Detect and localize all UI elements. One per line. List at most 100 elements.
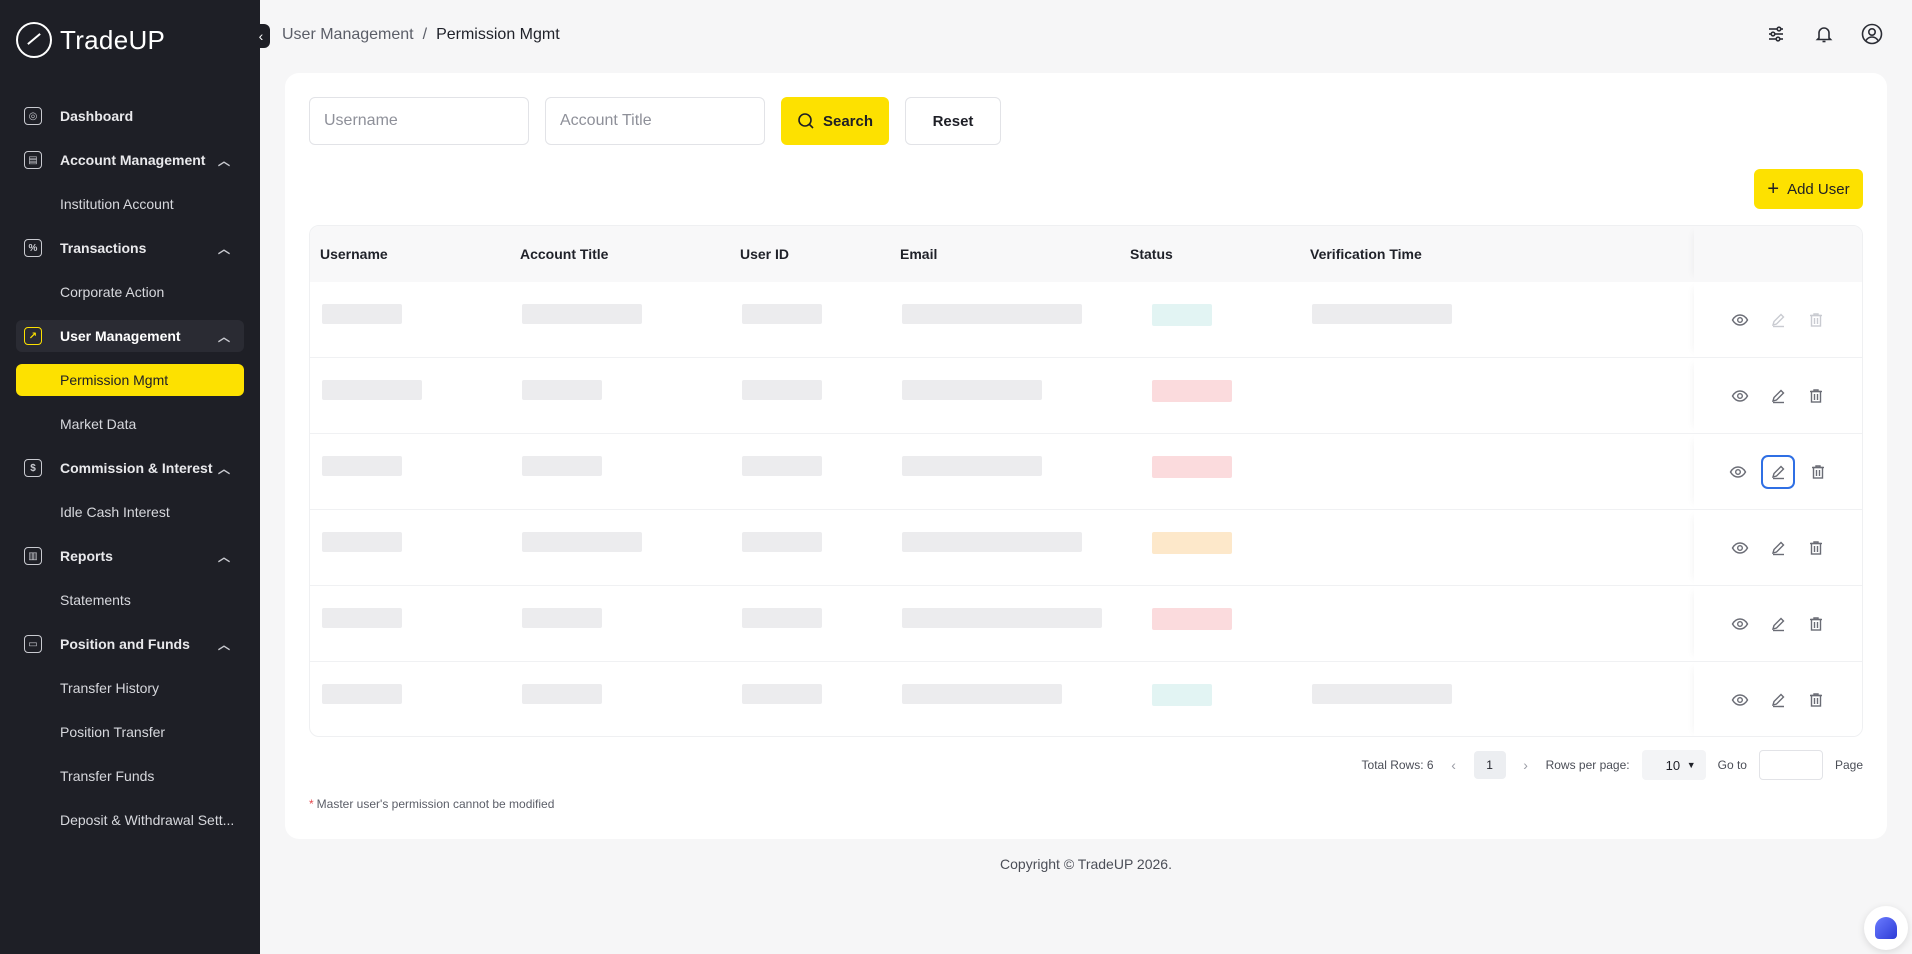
sidebar-subitem-deposit-withdrawal-settings[interactable]: Deposit & Withdrawal Sett...: [16, 804, 244, 836]
cell-account-title: [522, 684, 602, 704]
edit-icon[interactable]: [1766, 536, 1790, 560]
sidebar-item-commission-interest[interactable]: $ Commission & Interest ︿: [16, 452, 244, 484]
chevron-up-icon: ︿: [217, 154, 230, 168]
reports-icon: ▥: [24, 547, 42, 565]
column-header-user-id: User ID: [740, 246, 790, 262]
wallet-icon: ▭: [24, 635, 42, 653]
brand-name: TradeUP: [60, 24, 166, 55]
row-actions: [1694, 434, 1862, 509]
sidebar-item-label: User Management: [60, 328, 181, 344]
status-badge: [1152, 608, 1232, 630]
sidebar-item-user-management[interactable]: ↗ User Management ︿: [16, 320, 244, 352]
row-actions: [1694, 510, 1862, 585]
users-table: Username Account Title User ID Email Sta…: [309, 225, 1863, 737]
cell-user-id: [742, 608, 822, 628]
sidebar-menu: ◎ Dashboard ▤ Account Management ︿ Insti…: [16, 100, 244, 848]
sidebar-subitem-position-transfer[interactable]: Position Transfer: [16, 716, 244, 748]
user-profile-icon[interactable]: [1860, 22, 1884, 46]
sidebar-subitem-market-data[interactable]: Market Data: [16, 408, 244, 440]
total-rows: Total Rows: 6: [1361, 758, 1434, 772]
sidebar-subitem-transfer-funds[interactable]: Transfer Funds: [16, 760, 244, 792]
chevron-up-icon: ︿: [217, 638, 230, 652]
column-header-status: Status: [1130, 246, 1173, 262]
column-header-actions: [1694, 226, 1862, 282]
reset-button-label: Reset: [932, 112, 974, 130]
sidebar-subitem-transfer-history[interactable]: Transfer History: [16, 672, 244, 704]
cell-account-title: [522, 456, 602, 476]
edit-icon[interactable]: [1766, 384, 1790, 408]
next-page-icon[interactable]: ›: [1518, 757, 1534, 773]
help-assistant-button[interactable]: [1864, 906, 1908, 950]
delete-icon[interactable]: [1804, 688, 1828, 712]
view-icon[interactable]: [1726, 460, 1750, 484]
sidebar-item-label: Transactions: [60, 240, 147, 256]
sidebar-subitem-idle-cash-interest[interactable]: Idle Cash Interest: [16, 496, 244, 528]
breadcrumb-separator: /: [422, 26, 428, 43]
sidebar-subitem-statements[interactable]: Statements: [16, 584, 244, 616]
cell-user-id: [742, 532, 822, 552]
search-button[interactable]: Search: [781, 97, 889, 145]
cell-email: [902, 304, 1082, 324]
column-header-verification-time: Verification Time: [1310, 246, 1422, 262]
notification-bell-icon[interactable]: [1812, 22, 1836, 46]
sidebar-item-transactions[interactable]: % Transactions ︿: [16, 232, 244, 264]
cell-username: [322, 456, 402, 476]
sidebar-item-position-funds[interactable]: ▭ Position and Funds ︿: [16, 628, 244, 660]
sidebar-subitem-corporate-action[interactable]: Corporate Action: [16, 276, 244, 308]
delete-icon[interactable]: [1804, 308, 1828, 332]
edit-icon[interactable]: [1766, 612, 1790, 636]
search-icon: [798, 113, 814, 129]
account-title-search-input[interactable]: [545, 97, 765, 145]
sidebar-item-account-management[interactable]: ▤ Account Management ︿: [16, 144, 244, 176]
brand-logo[interactable]: TradeUP: [16, 22, 165, 58]
chevron-up-icon: ︿: [217, 550, 230, 564]
view-icon[interactable]: [1728, 612, 1752, 636]
goto-label: Go to: [1717, 758, 1747, 772]
delete-icon[interactable]: [1806, 460, 1830, 484]
view-icon[interactable]: [1728, 308, 1752, 332]
rows-per-page-value: 10: [1665, 757, 1681, 773]
filter-settings-icon[interactable]: [1764, 22, 1788, 46]
sidebar-item-label: Commission & Interest: [60, 460, 213, 476]
delete-icon[interactable]: [1804, 612, 1828, 636]
sidebar-subitem-institution-account[interactable]: Institution Account: [16, 188, 244, 220]
breadcrumb: User Management / Permission Mgmt: [282, 26, 560, 44]
cell-user-id: [742, 380, 822, 400]
view-icon[interactable]: [1728, 384, 1752, 408]
add-user-button[interactable]: + Add User: [1754, 169, 1863, 209]
delete-icon[interactable]: [1804, 384, 1828, 408]
prev-page-icon[interactable]: ‹: [1446, 757, 1462, 773]
reset-button[interactable]: Reset: [905, 97, 1001, 145]
edit-icon[interactable]: [1761, 454, 1795, 489]
sidebar-item-reports[interactable]: ▥ Reports ︿: [16, 540, 244, 572]
caret-down-icon: ▼: [1686, 760, 1696, 770]
row-actions: [1694, 586, 1862, 661]
table-header: Username Account Title User ID Email Sta…: [310, 226, 1862, 282]
view-icon[interactable]: [1728, 688, 1752, 712]
sidebar-item-label: Position and Funds: [60, 636, 190, 652]
sidebar-collapse-button[interactable]: ‹: [252, 24, 270, 48]
username-search-input[interactable]: [309, 97, 529, 145]
sidebar-item-label: Account Management: [60, 152, 206, 168]
edit-icon[interactable]: [1766, 308, 1790, 332]
edit-icon[interactable]: [1766, 688, 1790, 712]
search-button-label: Search: [822, 112, 874, 130]
sidebar-subitem-permission-mgmt[interactable]: Permission Mgmt: [16, 364, 244, 396]
goto-page-input[interactable]: [1758, 750, 1823, 780]
logo-icon: [16, 22, 52, 58]
delete-icon[interactable]: [1804, 536, 1828, 560]
permission-note-text: Master user's permission cannot be modif…: [316, 797, 555, 811]
transactions-icon: %: [24, 239, 42, 257]
rows-per-page-select[interactable]: 10 ▼: [1641, 750, 1706, 780]
sidebar-item-label: Dashboard: [60, 108, 134, 124]
sidebar-item-dashboard[interactable]: ◎ Dashboard: [16, 100, 244, 132]
cell-verification-time: [1312, 684, 1452, 704]
breadcrumb-item-parent[interactable]: User Management: [282, 26, 414, 43]
table-row: [310, 662, 1862, 736]
cell-verification-time: [1312, 304, 1452, 324]
cell-account-title: [522, 532, 642, 552]
add-user-button-label: Add User: [1787, 180, 1850, 198]
page-button-current[interactable]: 1: [1473, 751, 1506, 779]
commission-icon: $: [24, 459, 42, 477]
view-icon[interactable]: [1728, 536, 1752, 560]
